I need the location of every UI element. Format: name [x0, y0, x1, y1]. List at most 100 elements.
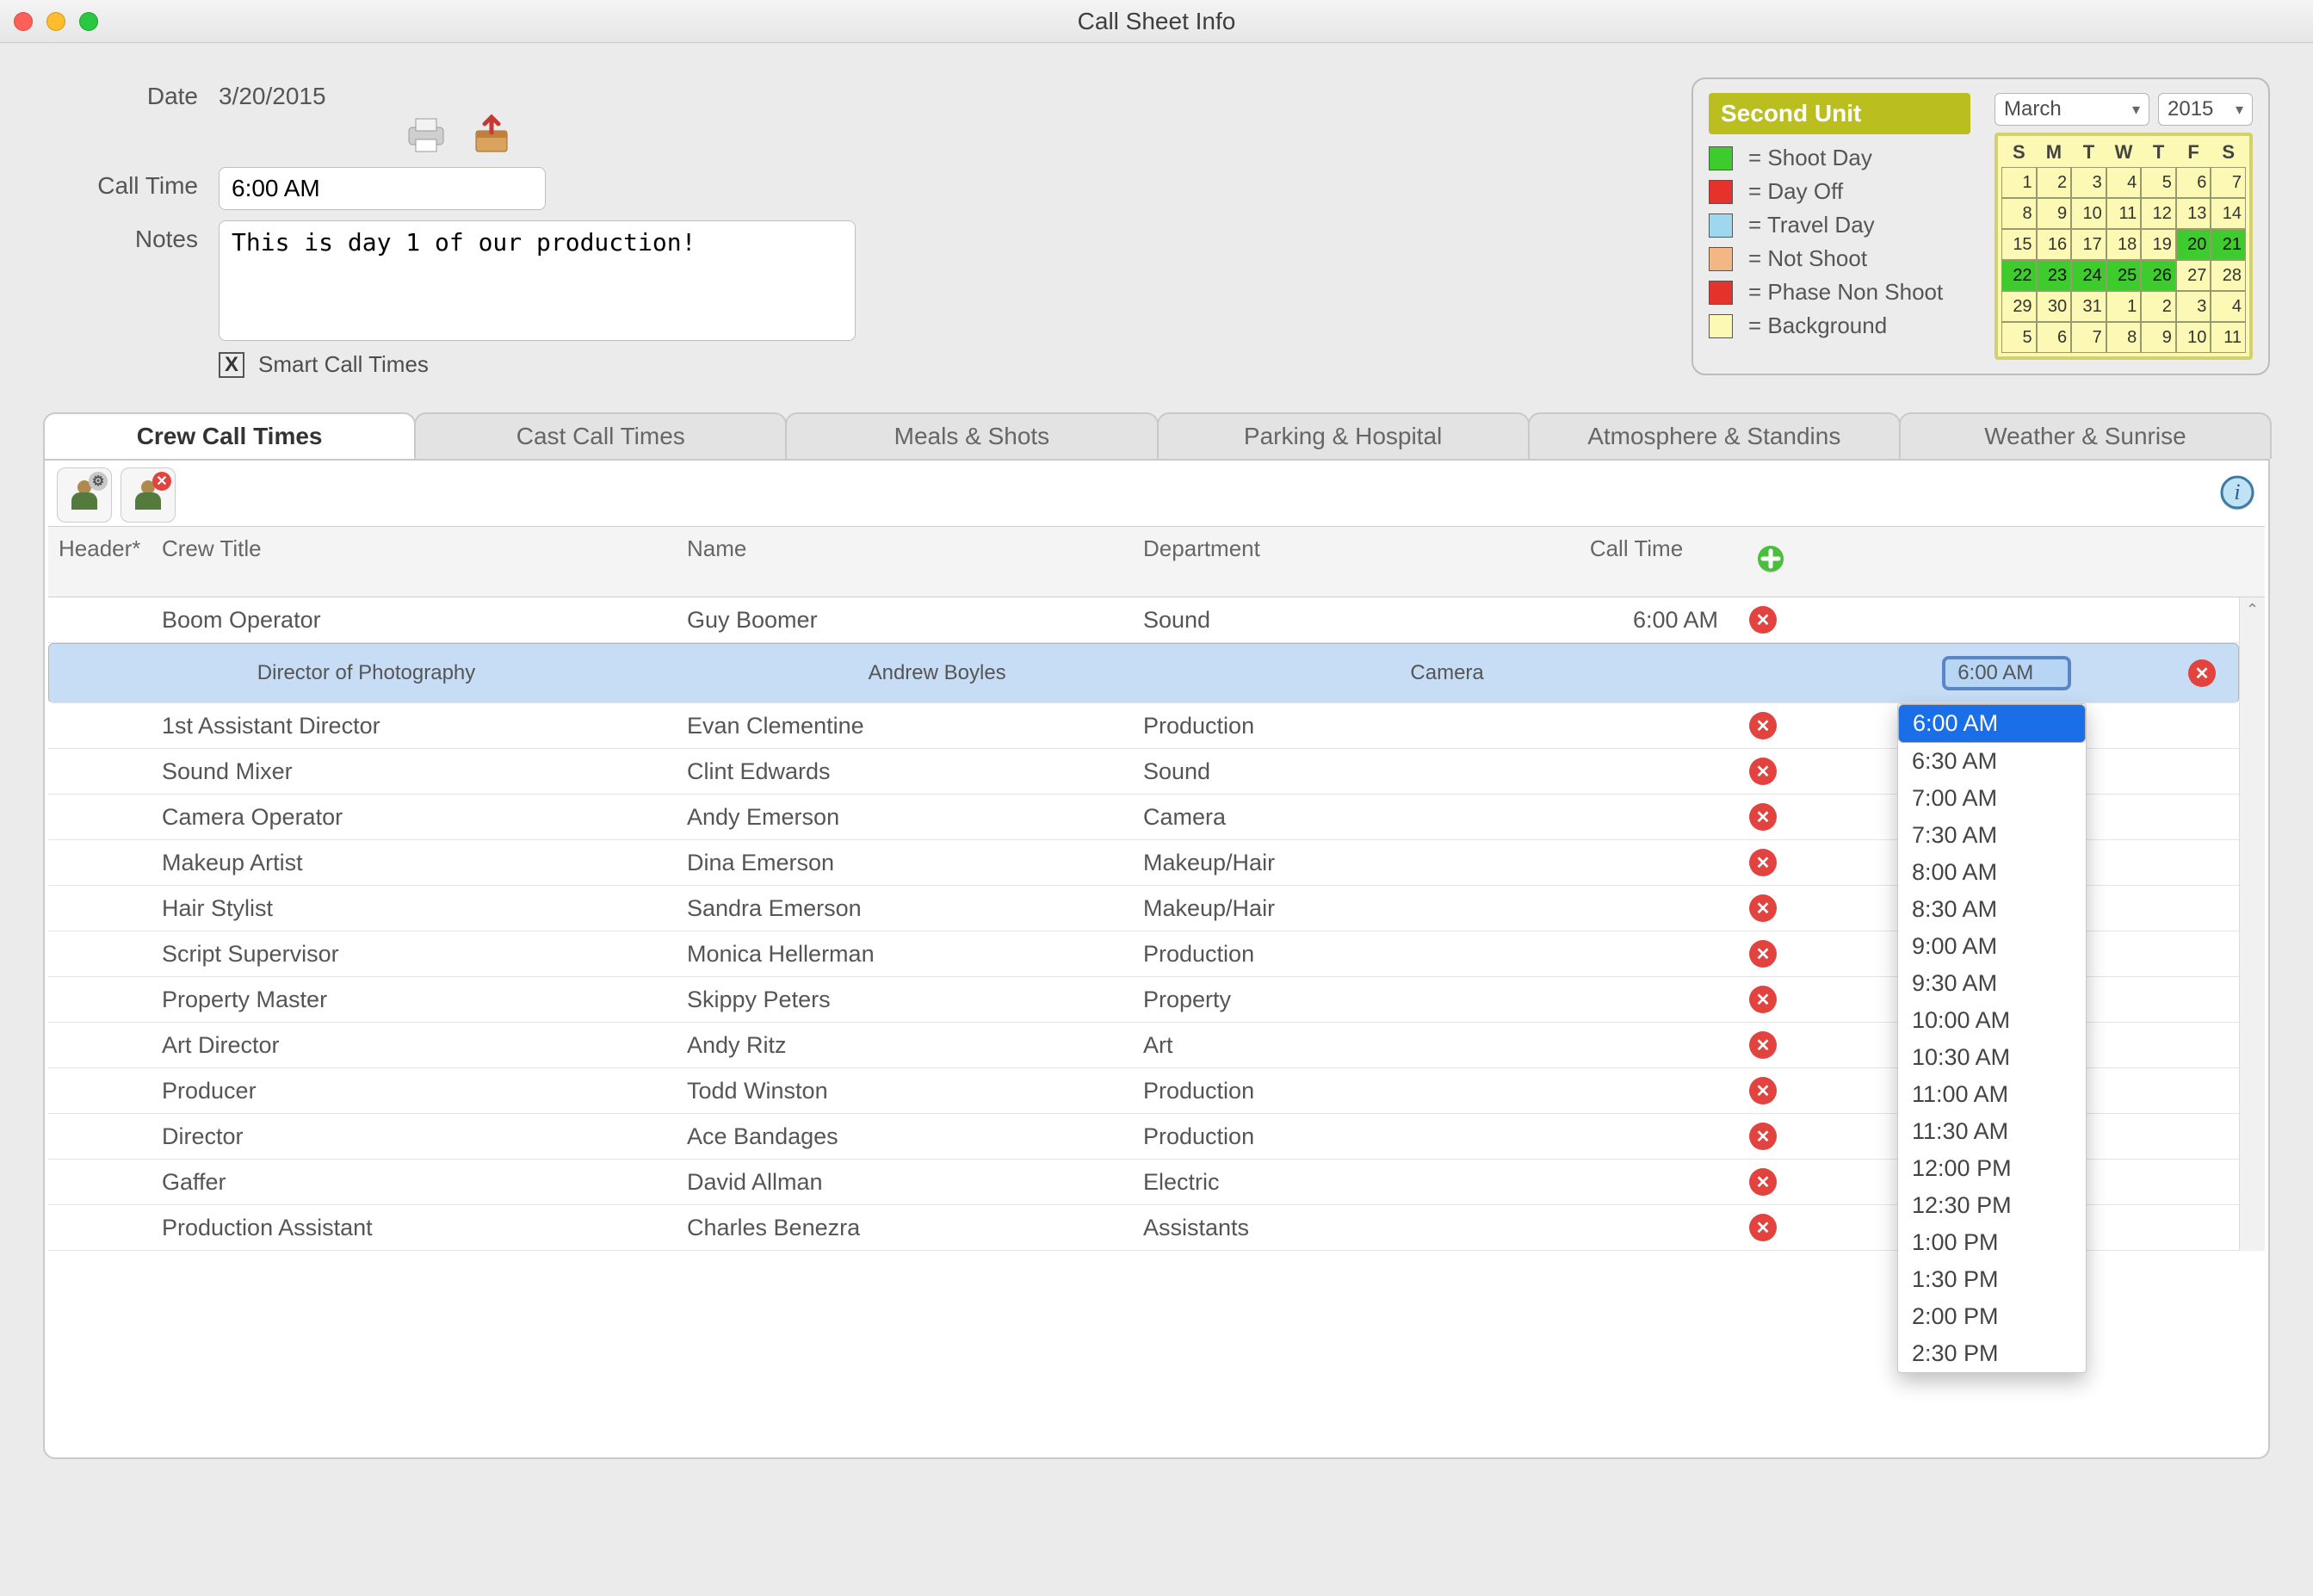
cell-delete[interactable]: ✕ [1735, 795, 1790, 839]
cell-call-time[interactable] [1537, 1173, 1735, 1191]
cell-call-time[interactable] [1537, 900, 1735, 917]
print-button[interactable] [404, 112, 448, 157]
time-option[interactable]: 12:00 PM [1898, 1150, 2086, 1187]
tab-crew-call-times[interactable]: Crew Call Times [43, 412, 416, 459]
smart-calltimes-checkbox[interactable]: X [219, 352, 244, 378]
time-option[interactable]: 11:00 AM [1898, 1076, 2086, 1113]
time-option[interactable]: 1:30 PM [1898, 1261, 2086, 1298]
add-row-button[interactable] [1746, 535, 1780, 588]
calendar-day[interactable]: 12 [2141, 198, 2176, 229]
calendar-day[interactable]: 24 [2071, 260, 2106, 291]
export-button[interactable] [469, 112, 514, 157]
cell-delete[interactable]: ✕ [1735, 1160, 1790, 1204]
calendar-day[interactable]: 9 [2141, 322, 2176, 353]
calendar-day[interactable]: 6 [2037, 322, 2072, 353]
calendar-day[interactable]: 4 [2211, 291, 2246, 322]
cell-call-time[interactable] [1537, 763, 1735, 780]
year-select[interactable]: 2015 ▾ [2158, 93, 2253, 126]
cell-call-time[interactable] [1537, 854, 1735, 871]
time-option[interactable]: 8:30 AM [1898, 891, 2086, 928]
cell-delete[interactable]: ✕ [1735, 977, 1790, 1022]
time-dropdown[interactable]: 6:00 AM6:30 AM7:00 AM7:30 AM8:00 AM8:30 … [1897, 703, 2087, 1373]
calendar-day[interactable]: 19 [2141, 229, 2176, 260]
month-select[interactable]: March ▾ [1994, 93, 2149, 126]
cell-call-time[interactable] [1537, 1082, 1735, 1099]
calendar-day[interactable]: 1 [2106, 291, 2142, 322]
calendar-day[interactable]: 10 [2176, 322, 2211, 353]
cell-call-time[interactable] [1537, 1036, 1735, 1054]
time-option[interactable]: 6:00 AM [1898, 704, 2086, 743]
cell-delete[interactable]: ✕ [1735, 1068, 1790, 1113]
tab-parking-hospital[interactable]: Parking & Hospital [1157, 412, 1530, 459]
calendar-day[interactable]: 6 [2176, 167, 2211, 198]
calendar-day[interactable]: 15 [2001, 229, 2037, 260]
calendar-day[interactable]: 30 [2037, 291, 2072, 322]
cell-delete[interactable]: ✕ [1735, 1023, 1790, 1067]
calendar-day[interactable]: 7 [2071, 322, 2106, 353]
calendar-day[interactable]: 13 [2176, 198, 2211, 229]
cell-delete[interactable]: ✕ [1735, 1205, 1790, 1250]
calendar-day[interactable]: 7 [2211, 167, 2246, 198]
calendar-day[interactable]: 21 [2211, 229, 2246, 260]
tab-meals-shots[interactable]: Meals & Shots [785, 412, 1158, 459]
time-option[interactable]: 6:30 AM [1898, 743, 2086, 780]
cell-call-time[interactable] [1537, 1128, 1735, 1145]
cell-call-time[interactable]: 6:00 AM [1890, 647, 2088, 699]
cell-call-time[interactable] [1537, 945, 1735, 962]
time-option[interactable]: 11:30 AM [1898, 1113, 2086, 1150]
calendar-day[interactable]: 29 [2001, 291, 2037, 322]
calendar-day[interactable]: 4 [2106, 167, 2142, 198]
time-option[interactable]: 9:00 AM [1898, 928, 2086, 965]
cell-delete[interactable]: ✕ [1735, 1114, 1790, 1159]
calendar-day[interactable]: 1 [2001, 167, 2037, 198]
cell-delete[interactable]: ✕ [1735, 931, 1790, 976]
tab-cast-call-times[interactable]: Cast Call Times [414, 412, 787, 459]
time-option[interactable]: 1:00 PM [1898, 1224, 2086, 1261]
calendar-day[interactable]: 5 [2001, 322, 2037, 353]
calendar-day[interactable]: 11 [2211, 322, 2246, 353]
calendar-day[interactable]: 20 [2176, 229, 2211, 260]
calendar-day[interactable]: 9 [2037, 198, 2072, 229]
calendar-day[interactable]: 28 [2211, 260, 2246, 291]
calendar-day[interactable]: 3 [2071, 167, 2106, 198]
time-option[interactable]: 12:30 PM [1898, 1187, 2086, 1224]
time-option[interactable]: 7:30 AM [1898, 817, 2086, 854]
cell-call-time[interactable] [1537, 1219, 1735, 1236]
calendar-day[interactable]: 16 [2037, 229, 2072, 260]
col-crew-title[interactable]: Crew Title [152, 527, 677, 597]
tab-atmosphere-standins[interactable]: Atmosphere & Standins [1528, 412, 1901, 459]
scrollbar[interactable]: ⌃ [2239, 597, 2265, 1251]
time-option[interactable]: 8:00 AM [1898, 854, 2086, 891]
calendar-day[interactable]: 14 [2211, 198, 2246, 229]
calendar-day[interactable]: 22 [2001, 260, 2037, 291]
calendar-day[interactable]: 31 [2071, 291, 2106, 322]
time-option[interactable]: 2:00 PM [1898, 1298, 2086, 1335]
cell-call-time[interactable]: 6:00 AM [1537, 598, 1735, 642]
cell-delete[interactable]: ✕ [1735, 749, 1790, 794]
table-row[interactable]: Boom OperatorGuy BoomerSound6:00 AM✕ [48, 597, 2239, 643]
calendar-day[interactable]: 3 [2176, 291, 2211, 322]
calendar-day[interactable]: 23 [2037, 260, 2072, 291]
calendar-day[interactable]: 2 [2037, 167, 2072, 198]
calendar-day[interactable]: 8 [2001, 198, 2037, 229]
cell-call-time[interactable] [1537, 808, 1735, 826]
info-button[interactable]: i [2218, 473, 2256, 517]
tab-weather-sunrise[interactable]: Weather & Sunrise [1899, 412, 2272, 459]
time-option[interactable]: 9:30 AM [1898, 965, 2086, 1002]
col-name[interactable]: Name [677, 527, 1133, 597]
edit-crew-button[interactable]: ⚙ [57, 467, 112, 523]
calendar-day[interactable]: 27 [2176, 260, 2211, 291]
calendar-day[interactable]: 10 [2071, 198, 2106, 229]
calendar-day[interactable]: 2 [2141, 291, 2176, 322]
table-row[interactable]: Director of PhotographyAndrew BoylesCame… [48, 643, 2239, 703]
cell-delete[interactable]: ✕ [1735, 886, 1790, 931]
calendar-day[interactable]: 26 [2141, 260, 2176, 291]
calendar-day[interactable]: 17 [2071, 229, 2106, 260]
calendar-day[interactable]: 25 [2106, 260, 2142, 291]
notes-textarea[interactable]: This is day 1 of our production! [219, 220, 856, 341]
cell-call-time[interactable] [1537, 991, 1735, 1008]
cell-delete[interactable]: ✕ [1735, 840, 1790, 885]
calendar-day[interactable]: 8 [2106, 322, 2142, 353]
time-option[interactable]: 10:30 AM [1898, 1039, 2086, 1076]
time-option[interactable]: 10:00 AM [1898, 1002, 2086, 1039]
